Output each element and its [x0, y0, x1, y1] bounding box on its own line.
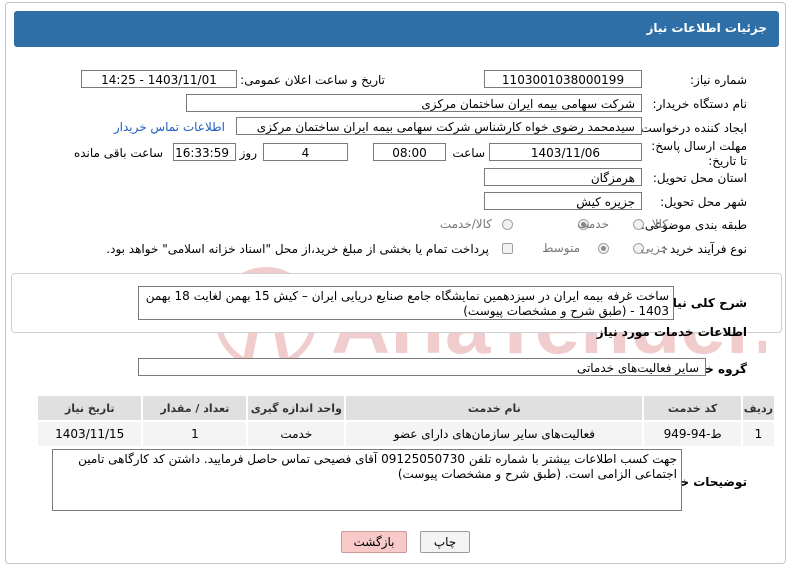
- category-option-goods-service: کالا/خدمت: [439, 217, 492, 231]
- need-number-field: 1103001038000199: [484, 70, 642, 88]
- city-field: جزیره کیش: [484, 192, 642, 210]
- announce-label: تاریخ و ساعت اعلان عمومی:: [240, 73, 385, 87]
- col-code-header: کد خدمت: [642, 394, 743, 422]
- treasury-payment-checkbox[interactable]: [502, 243, 513, 254]
- process-radio-medium[interactable]: [598, 243, 609, 254]
- creator-label: ایجاد کننده درخواست:: [636, 121, 747, 135]
- table-header-row: ردیف کد خدمت نام خدمت واحد اندازه گیری ت…: [35, 394, 777, 422]
- city-label: شهر محل تحویل:: [660, 195, 747, 209]
- process-option-medium: متوسط: [542, 241, 580, 255]
- buyer-field: شرکت سهامی بیمه ایران ساختمان مرکزی: [186, 94, 642, 112]
- buyer-label: نام دستگاه خریدار:: [652, 97, 748, 111]
- announce-field: 1403/11/01 - 14:25: [81, 70, 237, 88]
- buyer-contact-link[interactable]: اطلاعات تماس خریدار: [114, 120, 225, 134]
- process-label: نوع فرآیند خرید :: [662, 242, 747, 256]
- cell-code: ط-94-949: [642, 420, 743, 448]
- print-button[interactable]: چاپ: [420, 531, 470, 553]
- col-row-header: ردیف: [740, 394, 777, 422]
- need-number-label: شماره نیاز:: [690, 73, 747, 87]
- deadline-label: مهلت ارسال پاسخ: تا تاریخ:: [651, 139, 747, 168]
- title-bar: جزئیات اطلاعات نیاز: [14, 11, 779, 47]
- deadline-time-label: ساعت: [452, 146, 485, 160]
- process-option-minor: جزیی: [640, 241, 668, 255]
- services-table: ردیف کد خدمت نام خدمت واحد اندازه گیری ت…: [35, 394, 777, 448]
- back-button[interactable]: بازگشت: [341, 531, 407, 553]
- category-option-goods: کالا: [651, 217, 668, 231]
- col-unit-header: واحد اندازه گیری: [246, 394, 347, 422]
- page-title: جزئیات اطلاعات نیاز: [646, 21, 767, 35]
- treasury-payment-note: پرداخت تمام یا بخشی از مبلغ خرید،از محل …: [106, 242, 489, 256]
- province-field: هرمزگان: [484, 168, 642, 186]
- cell-qty: 1: [141, 420, 249, 448]
- province-label: استان محل تحویل:: [652, 171, 747, 185]
- category-radio-goods[interactable]: [633, 219, 644, 230]
- cell-name: فعالیت‌های سایر سازمان‌های دارای عضو: [344, 420, 645, 448]
- category-radio-goods-service[interactable]: [502, 219, 513, 230]
- remaining-time-field: 16:33:59: [173, 143, 236, 161]
- col-qty-header: تعداد / مقدار: [141, 394, 249, 422]
- days-field: 4: [263, 143, 348, 161]
- summary-textarea: ساخت غرفه بیمه ایران در سیزدهمین نمایشگا…: [138, 286, 674, 320]
- col-name-header: نام خدمت: [344, 394, 645, 422]
- remaining-label: ساعت باقی مانده: [73, 146, 163, 160]
- service-group-field: سایر فعالیت‌های خدماتی: [138, 358, 706, 376]
- creator-field: سیدمحمد رضوی خواه کارشناس شرکت سهامی بیم…: [236, 117, 642, 135]
- category-option-service: خدمت: [577, 217, 609, 231]
- table-row: 1 ط-94-949 فعالیت‌های سایر سازمان‌های دا…: [35, 420, 777, 448]
- deadline-time-field: 08:00: [373, 143, 446, 161]
- col-date-header: تاریخ نیاز: [35, 394, 144, 422]
- cell-unit: خدمت: [246, 420, 347, 448]
- page-frame: جزئیات اطلاعات نیاز AriaTender.neT شماره…: [5, 2, 786, 564]
- services-section-title: اطلاعات خدمات مورد نیاز: [596, 325, 747, 339]
- deadline-date-field: 1403/11/06: [489, 143, 642, 161]
- cell-date: 1403/11/15: [35, 420, 144, 448]
- cell-row: 1: [740, 420, 777, 448]
- buyer-notes-textarea: جهت کسب اطلاعات بیشتر با شماره تلفن 0912…: [52, 449, 682, 511]
